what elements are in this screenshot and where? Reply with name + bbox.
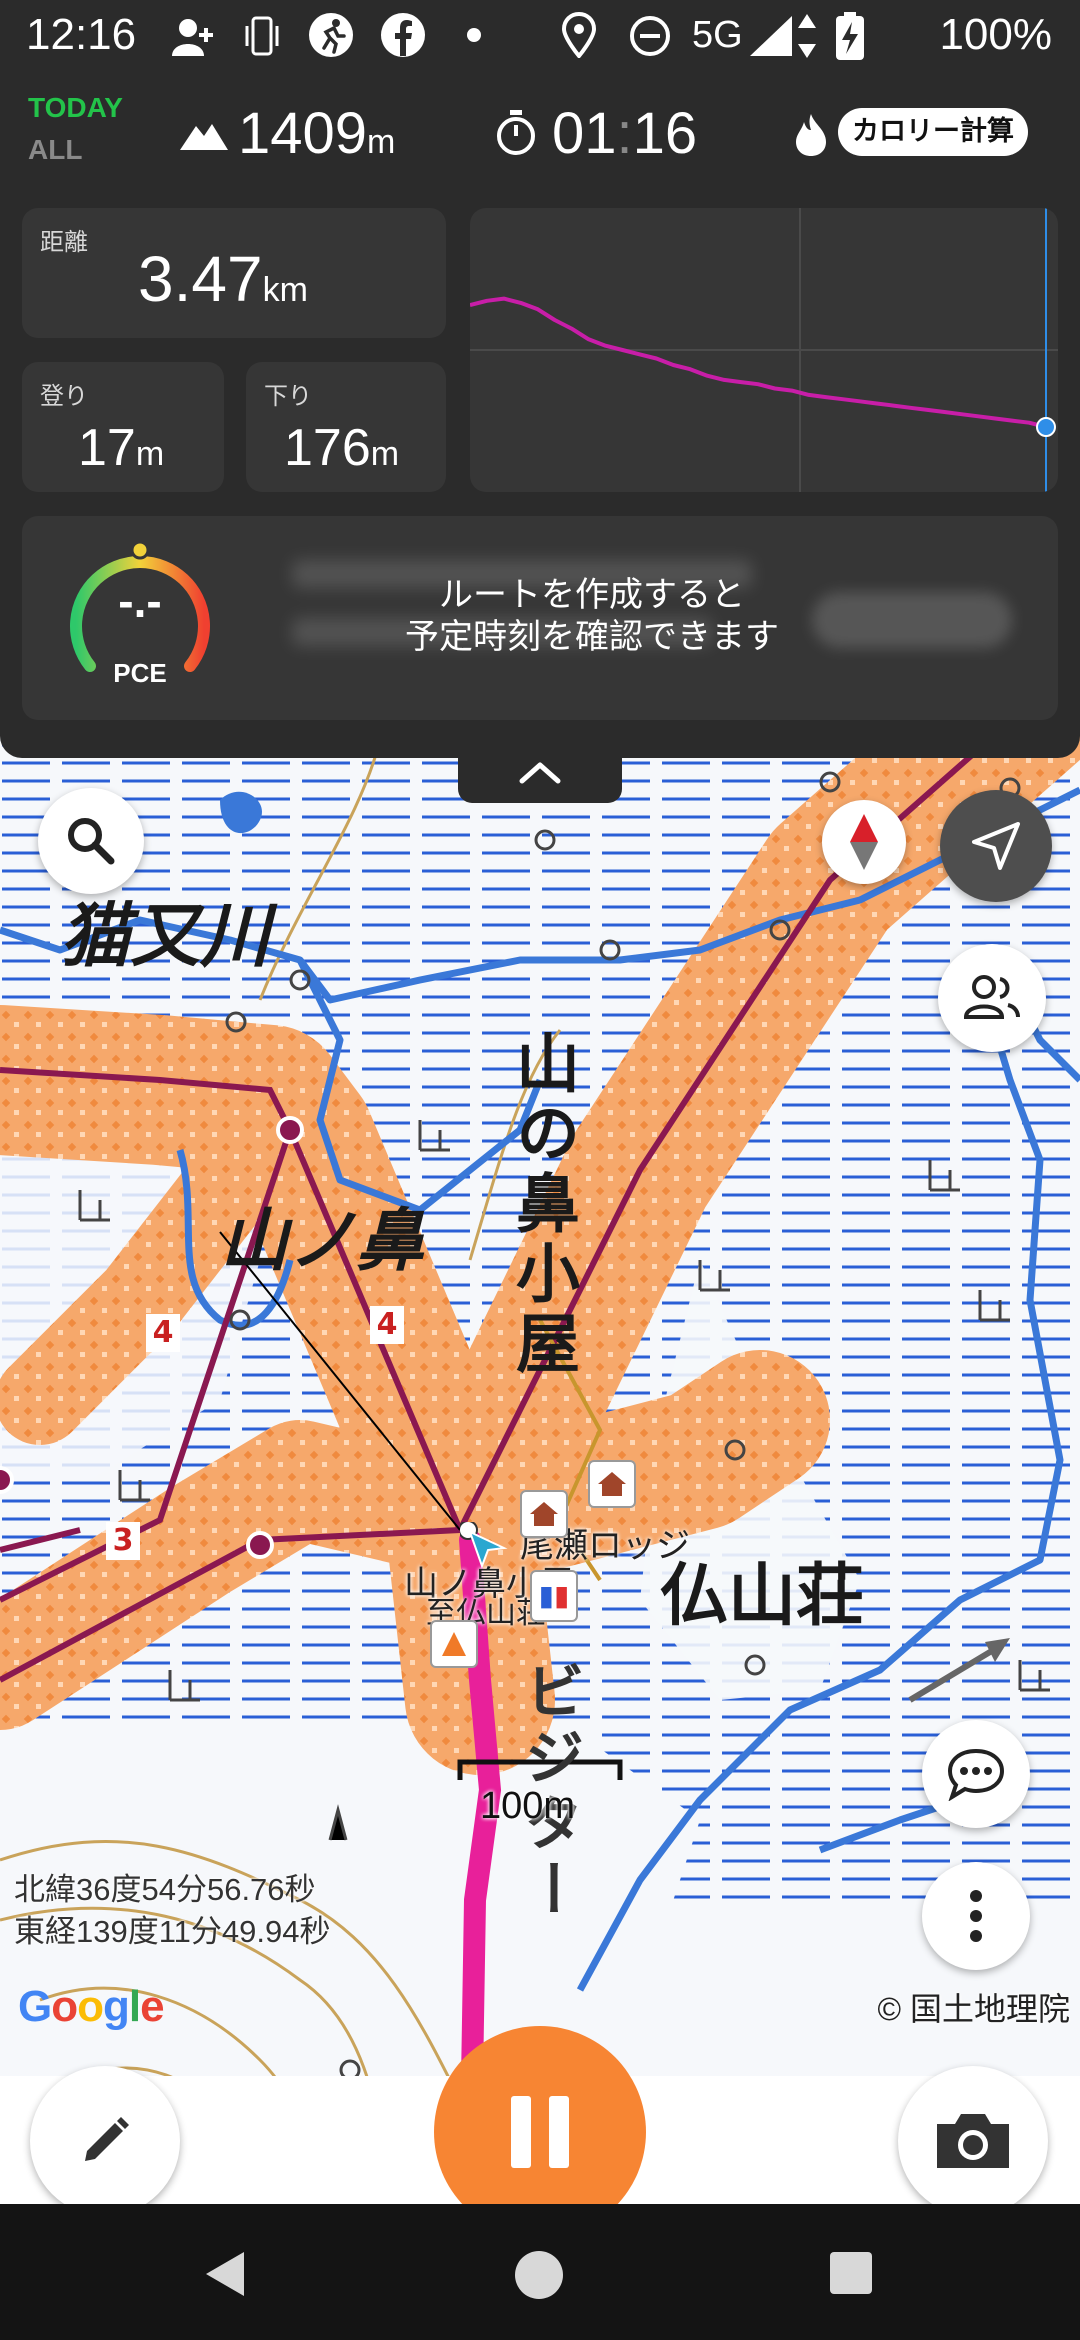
- route-hint-line2: 予定時刻を確認できます: [405, 617, 779, 657]
- pace-card[interactable]: -.- PCE ルートを作成すると 予定時刻を確認できます: [22, 516, 1058, 720]
- ascent-card: 登り 17m: [22, 362, 224, 492]
- elevation-line: [470, 296, 1047, 429]
- scale-label: 100m: [480, 1785, 576, 1827]
- people-button[interactable]: [938, 944, 1046, 1052]
- network-type: 5G: [692, 13, 743, 56]
- camera-icon: [937, 2114, 1009, 2168]
- pencil-icon: [85, 2117, 129, 2161]
- descent-card: 下り 176m: [246, 362, 446, 492]
- hut-house-icon[interactable]: [588, 1460, 636, 1508]
- chat-bubble-icon: [947, 1748, 1005, 1801]
- stopwatch-icon: [497, 110, 535, 155]
- panel-collapse-handle[interactable]: [458, 747, 622, 803]
- ascent-value: 17: [78, 419, 136, 477]
- google-logo: Google: [18, 1982, 165, 2031]
- distance-card: 距離 3.47km: [22, 208, 446, 338]
- people-icon: [963, 975, 1020, 1019]
- more-vertical-icon: [970, 1890, 982, 1942]
- compass-icon: [850, 814, 878, 870]
- flame-icon: [796, 114, 826, 156]
- pace-label: PCE: [113, 658, 167, 688]
- home-icon[interactable]: [512, 2248, 566, 2302]
- pause-icon: [511, 2096, 569, 2168]
- add-contact-icon: [172, 19, 213, 56]
- river-label: 猫又川: [60, 894, 270, 977]
- route-hint: ルートを作成すると 予定時刻を確認できます: [222, 574, 962, 658]
- phone-vibrate-icon: [245, 16, 279, 56]
- ascent-readout: 17m: [78, 418, 164, 478]
- longitude-text: 東経139度11分49.94秒: [14, 1914, 331, 1949]
- today-tab[interactable]: TODAY: [28, 92, 123, 124]
- more-button[interactable]: [922, 1862, 1030, 1970]
- altitude-value: 1409: [238, 101, 368, 166]
- calorie-calc-button[interactable]: カロリー計算: [838, 108, 1028, 156]
- signal-icon: [750, 16, 792, 56]
- running-icon: [309, 13, 353, 57]
- distance-value: 3.47: [138, 243, 263, 315]
- activity-panel: TODAY ALL 1409m 01:16 カロリー計算 距離 3.47km 登…: [0, 70, 1080, 758]
- battery-percent: 100%: [939, 10, 1052, 59]
- elapsed-hours: 01: [552, 101, 617, 166]
- map-view[interactable]: 猫又川 山ノ鼻 山の鼻小屋 仏山荘 ビジター 尾瀬ロッジ 山ノ鼻小屋 至仏山荘 …: [0, 700, 1080, 2200]
- descent-value: 176: [284, 419, 371, 477]
- do-not-disturb-icon: [630, 16, 670, 56]
- lodge-house-icon[interactable]: [520, 1490, 568, 1538]
- trail-number-badge: 4: [370, 1306, 404, 1344]
- camera-button[interactable]: [898, 2066, 1048, 2216]
- descent-readout: 176m: [284, 418, 399, 478]
- system-nav-bar: [0, 2204, 1080, 2340]
- mountain-icon: [180, 124, 228, 150]
- altitude-readout: 1409m: [238, 100, 395, 167]
- hut-label: 仏山荘: [660, 1556, 865, 1636]
- toilet-icon[interactable]: ▮▮: [530, 1570, 578, 1622]
- status-time: 12:16: [26, 10, 137, 59]
- battery-charging-icon: [836, 12, 864, 60]
- search-icon: [68, 818, 115, 865]
- route-hint-line1: ルートを作成すると: [439, 575, 745, 615]
- distance-label: 距離: [40, 228, 88, 256]
- location-pin-icon: [561, 12, 597, 58]
- trail-number-badge: 3: [106, 1522, 140, 1560]
- dot-icon: [467, 28, 481, 42]
- facebook-icon: [381, 13, 425, 57]
- descent-label: 下り: [264, 382, 312, 410]
- locate-button[interactable]: [940, 790, 1052, 902]
- latitude-text: 北緯36度54分56.76秒: [14, 1872, 316, 1907]
- all-tab[interactable]: ALL: [28, 134, 82, 166]
- recents-icon[interactable]: [828, 2250, 874, 2296]
- edit-button[interactable]: [30, 2066, 180, 2216]
- area-label: 山ノ鼻: [220, 1201, 425, 1281]
- chevron-up-icon: [519, 762, 561, 784]
- search-button[interactable]: [38, 788, 144, 894]
- data-arrows-icon: [798, 14, 816, 58]
- hut-vertical-label: 山の鼻小屋: [505, 1030, 580, 1380]
- compass-button[interactable]: [822, 800, 906, 884]
- elapsed-separator: :: [616, 101, 633, 166]
- status-bar: 12:16 5G 100%: [0, 0, 1080, 70]
- ascent-unit: m: [135, 435, 165, 473]
- current-location-icon: [460, 1522, 508, 1569]
- elevation-graph: [470, 208, 1058, 492]
- ascent-label: 登り: [40, 382, 88, 410]
- trail-number-badge: 4: [146, 1314, 180, 1352]
- current-position-marker: [1036, 417, 1056, 438]
- elapsed-minutes: 16: [632, 101, 698, 166]
- distance-unit: km: [262, 271, 308, 309]
- pace-value: -.-: [118, 575, 162, 627]
- chat-button[interactable]: [922, 1720, 1030, 1828]
- campsite-icon[interactable]: [430, 1620, 478, 1668]
- elevation-graph-card[interactable]: [470, 208, 1058, 492]
- navigation-arrow-icon: [972, 822, 1020, 870]
- elapsed-time: 01:16: [552, 100, 697, 167]
- distance-readout: 3.47km: [138, 242, 308, 316]
- descent-unit: m: [370, 435, 400, 473]
- back-icon[interactable]: [200, 2248, 248, 2300]
- altitude-unit: m: [367, 123, 396, 161]
- map-attribution[interactable]: © 国土地理院: [878, 1984, 1070, 2030]
